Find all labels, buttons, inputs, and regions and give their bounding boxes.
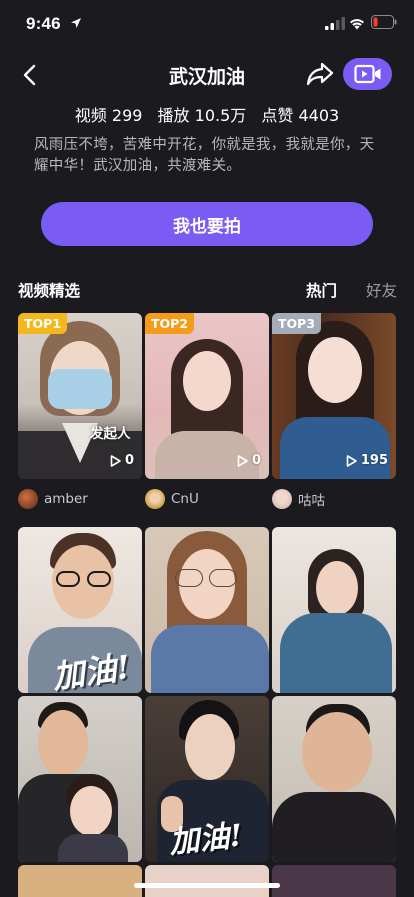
glasses — [56, 571, 112, 587]
author-cnu[interactable]: CnU — [145, 488, 199, 510]
section-title: 视频精选 — [18, 282, 81, 300]
play-count-value: 195 — [360, 453, 388, 468]
avatar — [18, 489, 38, 509]
video-card[interactable] — [272, 865, 396, 897]
location-arrow-icon — [71, 18, 81, 28]
video-card[interactable] — [272, 527, 396, 693]
video-card[interactable] — [18, 696, 142, 862]
author-name: 咕咕 — [298, 493, 325, 509]
rank-badge: TOP1 — [18, 313, 68, 334]
author-name: amber — [44, 491, 88, 507]
author-gugu[interactable]: 咕咕 — [272, 488, 325, 510]
initiator-tag: 发起人 — [90, 426, 131, 442]
likes-label: 点赞 — [261, 106, 294, 125]
play-count: 195 — [346, 453, 388, 468]
video-card-top1[interactable]: TOP1 发起人 0 — [18, 313, 142, 479]
face-mask — [48, 369, 112, 409]
cellular-signal-icon — [325, 17, 345, 30]
status-bar: 9:46 — [0, 0, 414, 48]
share-arrow-icon — [306, 62, 334, 86]
share-button[interactable] — [305, 59, 335, 89]
battery-icon — [371, 15, 397, 29]
status-time: 9:46 — [26, 14, 61, 33]
plays-stat: 播放 10.5万 — [158, 106, 247, 125]
join-challenge-button[interactable]: 我也要拍 — [41, 202, 373, 246]
play-count-value: 0 — [124, 453, 134, 468]
play-icon — [110, 454, 121, 467]
plays-value: 10.5万 — [194, 106, 247, 125]
videos-value: 299 — [111, 106, 143, 125]
avatar — [145, 489, 165, 509]
author-amber[interactable]: amber — [18, 488, 88, 510]
rank-badge: TOP3 — [272, 313, 322, 334]
topic-stats: 视频 299 播放 10.5万 点赞 4403 — [0, 102, 414, 126]
video-card[interactable] — [272, 696, 396, 862]
videos-label: 视频 — [74, 106, 107, 125]
overlay-text: 加油! — [167, 818, 245, 861]
videos-stat: 视频 299 — [75, 106, 143, 125]
glasses — [175, 569, 239, 587]
video-camera-icon — [353, 64, 380, 84]
wifi-icon — [350, 19, 364, 30]
play-icon — [237, 454, 248, 467]
video-card-top3[interactable]: TOP3 195 — [272, 313, 396, 479]
topic-description: 风雨压不垮，苦难中开花，你就是我，我就是你，天耀中华！武汉加油，共渡难关。 — [34, 137, 375, 174]
avatar — [272, 489, 292, 509]
tab-friends[interactable]: 好友 — [366, 279, 397, 301]
rank-badge: TOP2 — [145, 313, 195, 334]
likes-value: 4403 — [298, 106, 340, 125]
play-count: 0 — [110, 453, 134, 468]
tab-hot[interactable]: 热门 — [306, 279, 337, 301]
author-name: CnU — [171, 491, 199, 507]
video-card[interactable] — [145, 527, 269, 693]
video-card[interactable]: 加油! — [18, 527, 142, 693]
home-indicator[interactable] — [134, 883, 280, 888]
play-count-value: 0 — [251, 453, 261, 468]
video-card[interactable] — [145, 865, 269, 897]
topic-header: 武汉加油 — [0, 52, 414, 98]
record-video-button[interactable] — [343, 58, 392, 90]
likes-stat: 点赞 4403 — [261, 106, 339, 125]
plays-label: 播放 — [157, 106, 190, 125]
video-card-top2[interactable]: TOP2 0 — [145, 313, 269, 479]
video-card[interactable] — [18, 865, 142, 897]
play-icon — [346, 454, 357, 467]
play-count: 0 — [237, 453, 261, 468]
video-card[interactable]: 加油! — [145, 696, 269, 862]
